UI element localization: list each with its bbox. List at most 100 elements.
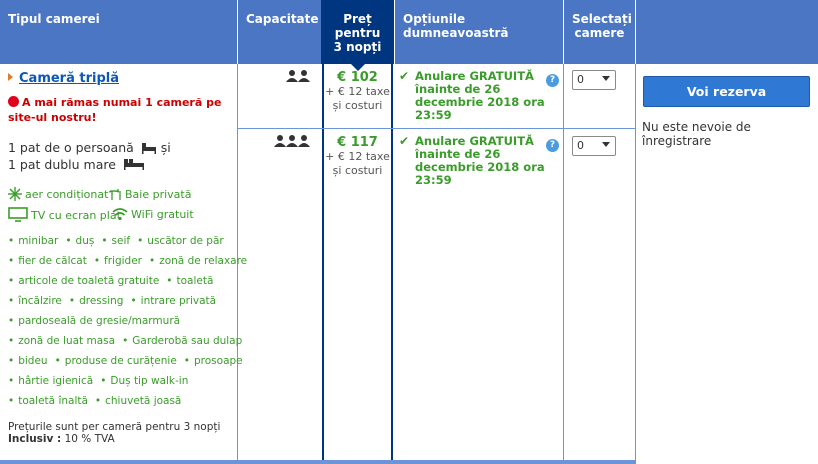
cancellation-text: Anulare GRATUITĂ înainte de 26 decembrie… <box>415 69 545 122</box>
facility-item: hârtie igienică <box>8 375 93 387</box>
inclusive-label: Inclusiv : <box>8 433 62 445</box>
rate-price: € 102 + € 12 taxe și costuri <box>322 70 393 113</box>
select-value: 0 <box>577 139 584 152</box>
facility-item: intrare privată <box>130 295 216 307</box>
reserve-button[interactable]: Voi rezerva <box>643 76 810 107</box>
amenity-ac-label: aer condiționat <box>25 188 109 201</box>
facility-row: zonă de luat masa Garderobă sau dulap <box>8 331 242 351</box>
chevron-down-icon <box>602 142 610 147</box>
facility-item: prosoape <box>184 355 243 367</box>
room-name-label: Cameră triplă <box>19 71 120 86</box>
bed-line-1: 1 pat de o persoană <box>8 140 134 155</box>
amenity-wifi: WiFi gratuit <box>112 207 194 221</box>
amenity-tv: TV cu ecran plat <box>8 207 121 222</box>
header-price-label: Preț pentru 3 nopți <box>333 12 382 54</box>
facility-row: fier de călcat frigider zonă de relaxare <box>8 251 247 271</box>
expand-triangle-icon <box>8 73 13 81</box>
bed-info: 1 pat de o persoană și 1 pat dublu mare <box>8 139 171 173</box>
header-options: Opțiunile dumneavoastră <box>395 0 563 64</box>
rate-price: € 117 + € 12 taxe și costuri <box>322 135 393 178</box>
facility-item: uscător de păr <box>137 235 224 247</box>
checkmark-icon: ✔ <box>399 134 410 148</box>
price-column <box>322 64 393 460</box>
price-taxes: + € 12 taxe și costuri <box>325 85 390 112</box>
bed-conjunction: și <box>160 140 171 155</box>
facility-item: duș <box>65 235 94 247</box>
alert-dot-icon <box>8 96 19 107</box>
checkmark-icon: ✔ <box>399 69 410 83</box>
amenity-bath-label: Baie privată <box>125 188 192 201</box>
facility-row: hârtie igienică Duș tip walk-in <box>8 371 236 391</box>
divider <box>635 64 636 464</box>
amenity-wifi-label: WiFi gratuit <box>131 208 194 221</box>
price-amount: € 117 <box>337 135 378 150</box>
amenity-bath: Baie privată <box>108 187 191 201</box>
cancellation-policy: ✔ Anulare GRATUITĂ înainte de 26 decembr… <box>399 135 549 187</box>
facility-row: minibar dușseif uscător de păr <box>8 231 236 251</box>
facility-item: produse de curățenie <box>55 355 177 367</box>
cancellation-text: Anulare GRATUITĂ înainte de 26 decembrie… <box>415 134 545 187</box>
person-icon <box>286 70 298 82</box>
facility-item: toaletă înaltă <box>8 395 88 407</box>
facility-item: Duș tip walk-in <box>100 375 188 387</box>
facility-row: bideu produse de curățenie prosoape <box>8 351 243 371</box>
amenity-tv-label: TV cu ecran plat <box>31 209 121 222</box>
facility-row: pardoseală de gresie/marmură <box>8 311 236 331</box>
header-price[interactable]: Preț pentru 3 nopți <box>321 0 394 71</box>
header-capacity: Capacitate <box>238 0 321 64</box>
table-bottom-border <box>0 460 636 464</box>
row-divider <box>238 128 635 129</box>
room-quantity-select[interactable]: 0 <box>572 136 616 156</box>
facility-item: Garderobă sau dulap <box>122 335 242 347</box>
cancellation-policy: ✔ Anulare GRATUITĂ înainte de 26 decembr… <box>399 70 549 122</box>
price-amount: € 102 <box>337 70 378 85</box>
wifi-icon <box>112 208 128 221</box>
header-empty <box>636 0 818 64</box>
capacity-3-persons <box>274 135 310 150</box>
room-quantity-select[interactable]: 0 <box>572 70 616 90</box>
help-icon[interactable]: ? <box>546 139 559 152</box>
select-value: 0 <box>577 73 584 86</box>
facility-item: zonă de relaxare <box>149 255 247 267</box>
person-icon <box>274 135 286 147</box>
person-icon <box>286 135 298 147</box>
header-select: Selectați camere <box>564 0 635 64</box>
facility-item: frigider <box>94 255 142 267</box>
facilities-list: minibar dușseif uscător de păr fier de căl… <box>8 231 247 411</box>
price-taxes: + € 12 taxe și costuri <box>325 150 390 177</box>
facility-item: fier de călcat <box>8 255 87 267</box>
facility-row: încălzire dressing intrare privată <box>8 291 236 311</box>
alert-text: A mai rămas numai 1 cameră pe site-ul no… <box>8 96 222 124</box>
bed-line-2: 1 pat dublu mare <box>8 157 116 172</box>
facility-item: încălzire <box>8 295 62 307</box>
price-note-line: Prețurile sunt per cameră pentru 3 nopți <box>8 421 221 433</box>
chevron-down-icon <box>602 76 610 81</box>
facility-item: toaletă <box>166 275 213 287</box>
facility-item: pardoseală de gresie/marmură <box>8 315 180 327</box>
capacity-2-persons <box>286 70 310 85</box>
availability-alert: A mai rămas numai 1 cameră pe site-ul no… <box>8 95 236 125</box>
no-registration-note: Nu este nevoie de înregistrare <box>642 120 751 148</box>
shower-icon <box>108 189 121 200</box>
double-bed-icon <box>123 159 144 170</box>
facility-item: seif <box>101 235 130 247</box>
snowflake-icon <box>8 187 22 201</box>
room-name-link[interactable]: Cameră triplă <box>8 71 119 86</box>
help-icon[interactable]: ? <box>546 74 559 87</box>
facility-item: dressing <box>69 295 124 307</box>
facility-row: articole de toaletă gratuite toaletă <box>8 271 236 291</box>
header-room-type: Tipul camerei <box>0 0 237 64</box>
inclusive-value: 10 % TVA <box>64 433 115 445</box>
amenity-ac: aer condiționat <box>8 187 108 201</box>
facility-item: articole de toaletă gratuite <box>8 275 159 287</box>
divider <box>563 64 564 460</box>
facility-item: minibar <box>8 235 58 247</box>
facility-item: bideu <box>8 355 48 367</box>
facility-item: zonă de luat masa <box>8 335 115 347</box>
person-icon <box>298 70 310 82</box>
single-bed-icon <box>141 143 156 154</box>
facility-row: toaletă înaltă chiuvetă joasă <box>8 391 236 411</box>
person-icon <box>298 135 310 147</box>
facility-item: chiuvetă joasă <box>95 395 181 407</box>
tv-icon <box>8 207 28 222</box>
